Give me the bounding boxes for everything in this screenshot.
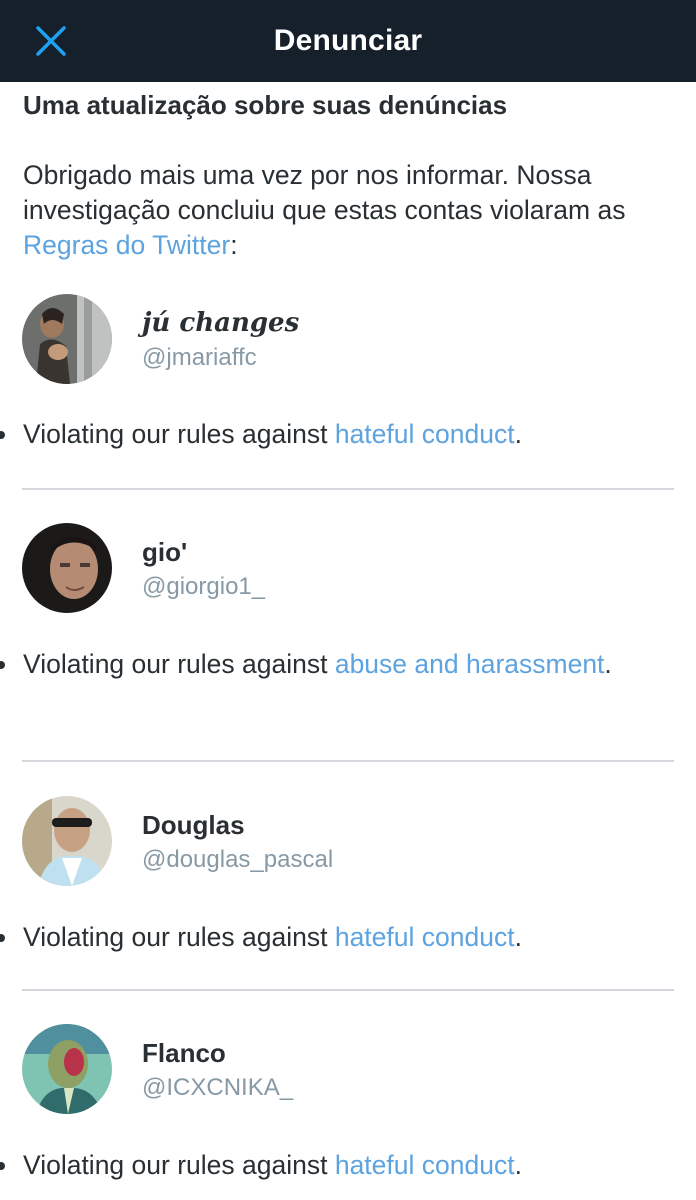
violation-text: Violating our rules against abuse and ha…	[23, 642, 643, 687]
bullet	[0, 934, 5, 942]
top-bar: Denunciar	[0, 0, 696, 82]
violation-suffix: .	[514, 1150, 522, 1180]
account-handle: @giorgio1_	[142, 573, 266, 600]
bullet	[0, 1162, 5, 1170]
violation-text: Violating our rules against hateful cond…	[23, 412, 643, 457]
account-handle: @douglas_pascal	[142, 846, 334, 873]
close-icon	[36, 26, 66, 56]
divider	[22, 989, 674, 991]
page-title: Denunciar	[273, 24, 423, 57]
intro-end: :	[230, 230, 238, 260]
avatar[interactable]	[22, 523, 112, 613]
bullet	[0, 431, 5, 439]
account-name: gio'	[142, 537, 188, 567]
violation-suffix: .	[514, 922, 522, 952]
violation-text: Violating our rules against hateful cond…	[23, 915, 643, 960]
divider	[22, 760, 674, 762]
twitter-rules-link[interactable]: Regras do Twitter	[23, 230, 230, 260]
violation-prefix: Violating our rules against	[23, 649, 335, 679]
section-heading: Uma atualização sobre suas denúncias	[23, 90, 508, 120]
intro-paragraph: Obrigado mais uma vez por nos informar. …	[23, 158, 683, 263]
violation-link[interactable]: abuse and harassment	[335, 649, 605, 679]
account-name: Flanco	[142, 1038, 226, 1068]
avatar[interactable]	[22, 1024, 112, 1114]
violation-link[interactable]: hateful conduct	[335, 419, 515, 449]
close-button[interactable]	[28, 18, 74, 64]
violation-prefix: Violating our rules against	[23, 1150, 335, 1180]
account-handle: @jmariaffc	[142, 344, 257, 371]
avatar[interactable]	[22, 294, 112, 384]
intro-text: Obrigado mais uma vez por nos informar. …	[23, 160, 626, 225]
divider	[22, 488, 674, 490]
bullet	[0, 661, 5, 669]
violation-prefix: Violating our rules against	[23, 419, 335, 449]
violation-suffix: .	[604, 649, 612, 679]
account-handle: @ICXCNIKA_	[142, 1074, 294, 1101]
violation-text: Violating our rules against hateful cond…	[23, 1143, 643, 1188]
violation-prefix: Violating our rules against	[23, 922, 335, 952]
violation-link[interactable]: hateful conduct	[335, 1150, 515, 1180]
account-name: jú changes	[142, 308, 300, 338]
avatar[interactable]	[22, 796, 112, 886]
violation-link[interactable]: hateful conduct	[335, 922, 515, 952]
account-name: Douglas	[142, 810, 245, 840]
violation-suffix: .	[514, 419, 522, 449]
